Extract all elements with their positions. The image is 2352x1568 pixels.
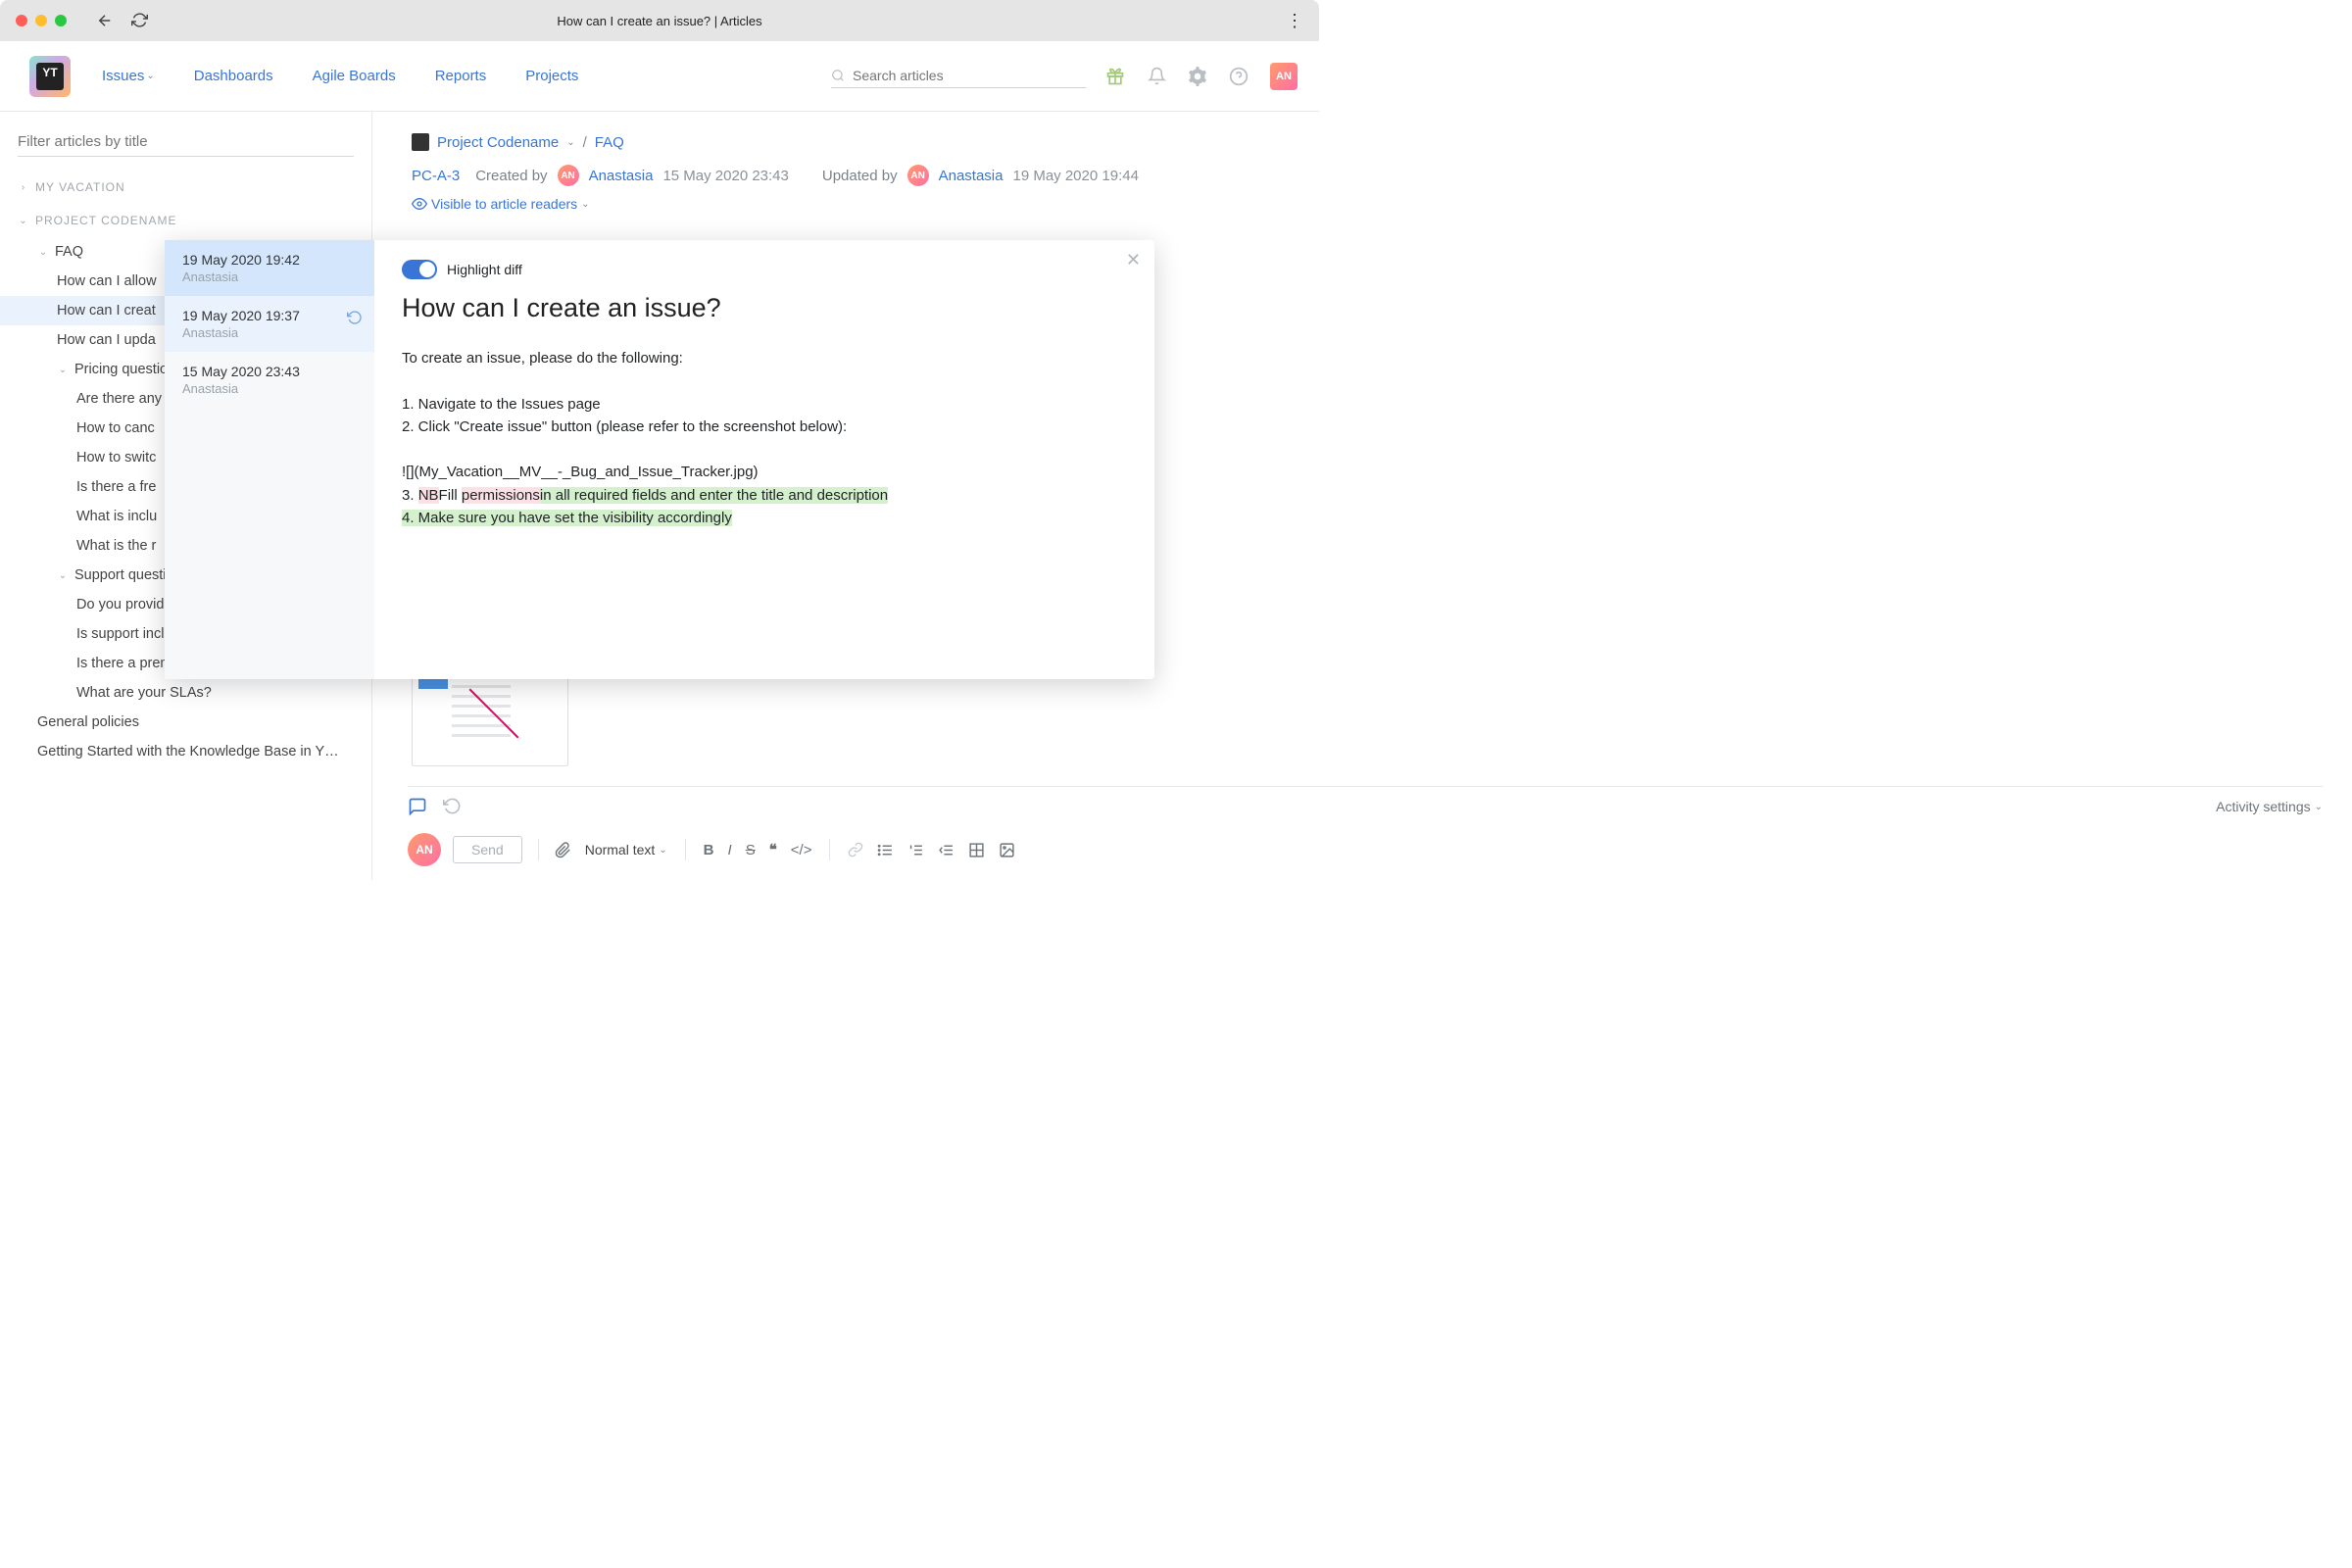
- reload-button[interactable]: [131, 12, 148, 29]
- history-entry[interactable]: 19 May 2020 19:42 Anastasia: [165, 240, 374, 296]
- history-entry[interactable]: 19 May 2020 19:37 Anastasia: [165, 296, 374, 352]
- settings-icon[interactable]: [1188, 67, 1207, 86]
- app-logo[interactable]: YT: [29, 56, 71, 97]
- restore-icon[interactable]: [347, 310, 363, 325]
- tree-item[interactable]: What are your SLAs?: [0, 678, 371, 708]
- app-header: YT Issues⌄ Dashboards Agile Boards Repor…: [0, 41, 1319, 112]
- window-title: How can I create an issue? | Articles: [557, 14, 761, 28]
- table-icon[interactable]: [968, 842, 985, 858]
- comment-toolbar: AN Send Normal text⌄ B I S ❝ </>: [408, 833, 2323, 866]
- chevron-down-icon: ⌄: [581, 199, 589, 210]
- updated-date: 19 May 2020 19:44: [1012, 168, 1138, 184]
- search-field[interactable]: [831, 64, 1086, 88]
- minimize-window[interactable]: [35, 15, 47, 26]
- history-list: 19 May 2020 19:42 Anastasia 19 May 2020 …: [165, 240, 374, 679]
- created-date: 15 May 2020 23:43: [662, 168, 788, 184]
- whats-new-icon[interactable]: [1105, 67, 1125, 86]
- diff-pane: ✕ Highlight diff How can I create an iss…: [374, 240, 1154, 679]
- code-icon[interactable]: </>: [791, 842, 812, 858]
- italic-icon[interactable]: I: [728, 842, 732, 858]
- send-button[interactable]: Send: [453, 836, 522, 863]
- search-icon: [831, 69, 845, 82]
- created-by-name[interactable]: Anastasia: [589, 168, 654, 184]
- ol-icon[interactable]: [907, 842, 924, 858]
- updated-by-name[interactable]: Anastasia: [939, 168, 1004, 184]
- strike-icon[interactable]: S: [746, 842, 756, 858]
- search-input[interactable]: [853, 68, 1086, 83]
- attachment-icon[interactable]: [555, 842, 571, 858]
- created-by-label: Created by: [475, 168, 547, 184]
- toggle-label: Highlight diff: [447, 262, 522, 277]
- nav-issues[interactable]: Issues⌄: [102, 68, 155, 84]
- tree-general[interactable]: General policies: [0, 708, 371, 737]
- window-titlebar: How can I create an issue? | Articles ⋮: [0, 0, 1319, 41]
- highlight-diff-toggle[interactable]: [402, 260, 437, 279]
- attachment-thumbnail[interactable]: [412, 672, 568, 766]
- window-menu[interactable]: ⋮: [1286, 11, 1303, 31]
- text-style-select[interactable]: Normal text⌄: [585, 842, 667, 858]
- updated-by-label: Updated by: [822, 168, 898, 184]
- comments-icon[interactable]: [408, 797, 427, 816]
- activity-bar: Activity settings⌄: [408, 786, 2323, 816]
- breadcrumb-project[interactable]: Project Codename: [437, 134, 559, 151]
- avatar: AN: [558, 165, 579, 186]
- nav-agile-boards[interactable]: Agile Boards: [313, 68, 396, 84]
- close-window[interactable]: [16, 15, 27, 26]
- outdent-icon[interactable]: [938, 842, 955, 858]
- chevron-down-icon[interactable]: ⌄: [566, 137, 574, 148]
- close-icon[interactable]: ✕: [1126, 250, 1141, 270]
- article-id[interactable]: PC-A-3: [412, 168, 460, 184]
- window-controls: [16, 15, 67, 26]
- filter-input[interactable]: [18, 133, 354, 150]
- image-icon[interactable]: [999, 842, 1015, 858]
- group-project-codename[interactable]: ⌄Project Codename: [0, 204, 371, 237]
- history-entry[interactable]: 15 May 2020 23:43 Anastasia: [165, 352, 374, 408]
- diff-body: To create an issue, please do the follow…: [402, 347, 1127, 529]
- user-avatar[interactable]: AN: [1270, 63, 1298, 90]
- tree-getting-started[interactable]: Getting Started with the Knowledge Base …: [0, 737, 371, 766]
- diff-title: How can I create an issue?: [402, 293, 1127, 323]
- history-diff-panel: 19 May 2020 19:42 Anastasia 19 May 2020 …: [165, 240, 1154, 679]
- history-icon[interactable]: [443, 797, 462, 816]
- back-button[interactable]: [96, 12, 114, 29]
- ul-icon[interactable]: [877, 842, 894, 858]
- nav-dashboards[interactable]: Dashboards: [194, 68, 273, 84]
- comment-avatar: AN: [408, 833, 441, 866]
- notifications-icon[interactable]: [1147, 67, 1166, 86]
- visibility-control[interactable]: Visible to article readers ⌄: [412, 196, 1280, 212]
- quote-icon[interactable]: ❝: [769, 841, 777, 858]
- maximize-window[interactable]: [55, 15, 67, 26]
- main-nav: Issues⌄ Dashboards Agile Boards Reports …: [102, 68, 578, 84]
- group-my-vacation[interactable]: ›My Vacation: [0, 171, 371, 204]
- project-icon: [412, 133, 429, 151]
- nav-projects[interactable]: Projects: [525, 68, 578, 84]
- help-icon[interactable]: [1229, 67, 1249, 86]
- nav-reports[interactable]: Reports: [435, 68, 487, 84]
- activity-settings[interactable]: Activity settings⌄: [2216, 799, 2323, 814]
- breadcrumb: Project Codename ⌄ / FAQ: [412, 133, 1280, 151]
- link-icon[interactable]: [848, 842, 863, 858]
- breadcrumb-page[interactable]: FAQ: [595, 134, 624, 151]
- bold-icon[interactable]: B: [704, 842, 714, 858]
- avatar: AN: [907, 165, 929, 186]
- eye-icon: [412, 196, 427, 212]
